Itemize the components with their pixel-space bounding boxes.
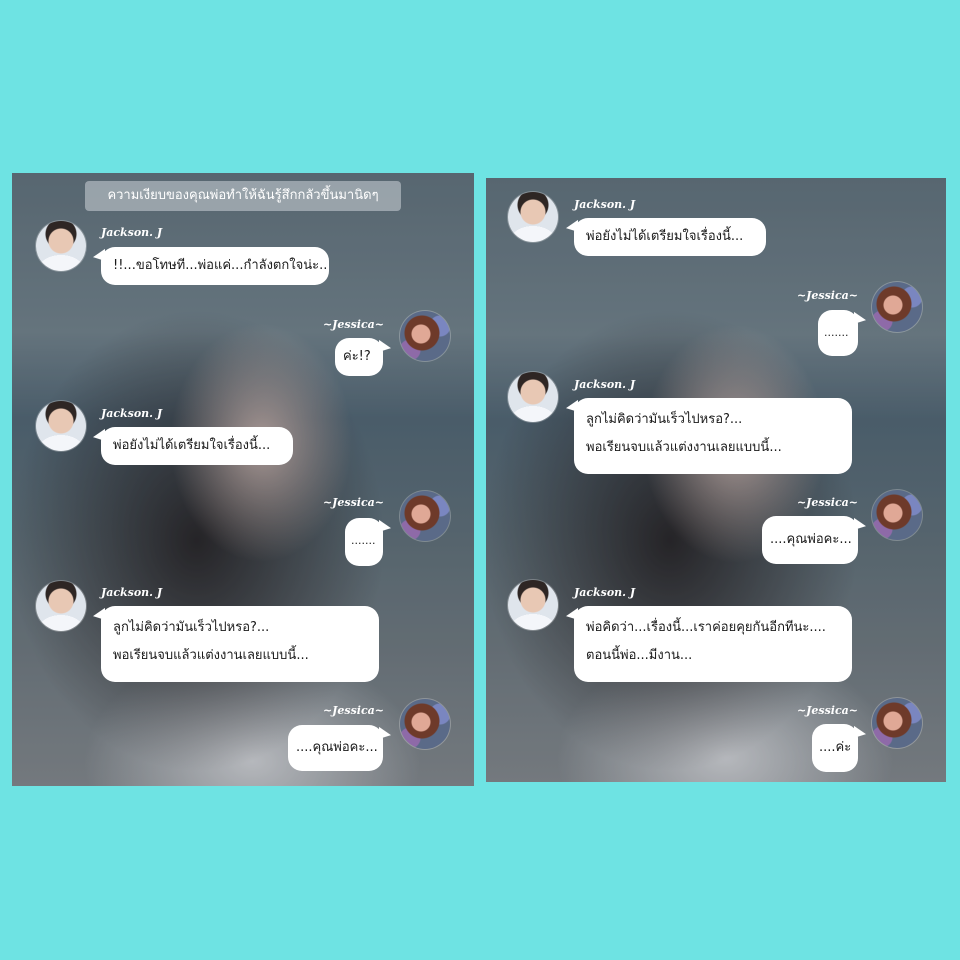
message-bubble: พ่อคิดว่า...เรื่องนี้...เราค่อยคุยกันอีก… bbox=[574, 606, 852, 682]
jackson-avatar[interactable] bbox=[36, 221, 86, 271]
jessica-avatar[interactable] bbox=[400, 311, 450, 361]
message-bubble: ลูกไม่คิดว่ามันเร็วไปหรอ?... พอเรียนจบแล… bbox=[101, 606, 379, 682]
jessica-avatar[interactable] bbox=[872, 698, 922, 748]
message-text: ตอนนี้พ่อ...มีงาน... bbox=[586, 648, 693, 663]
sender-name: Jackson. J bbox=[101, 407, 163, 420]
jessica-avatar[interactable] bbox=[400, 699, 450, 749]
sender-name: ~Jessica~ bbox=[322, 318, 384, 331]
message-text: ....คุณพ่อคะ... bbox=[296, 740, 378, 755]
message-text: ลูกไม่คิดว่ามันเร็วไปหรอ?... bbox=[113, 620, 270, 635]
sender-name: ~Jessica~ bbox=[796, 496, 858, 509]
message-text: ....... bbox=[351, 534, 376, 547]
sender-name: Jackson. J bbox=[574, 378, 636, 391]
sender-name: ~Jessica~ bbox=[796, 704, 858, 717]
message-text: !!...ขอโทษที...พ่อแค่...กำลังตกใจน่ะ.. bbox=[113, 258, 328, 273]
message-bubble: ....คุณพ่อคะ... bbox=[288, 725, 383, 771]
sender-name: Jackson. J bbox=[574, 586, 636, 599]
message-text: พ่อยังไม่ได้เตรียมใจเรื่องนี้... bbox=[113, 438, 271, 453]
sender-name: ~Jessica~ bbox=[322, 704, 384, 717]
jackson-avatar[interactable] bbox=[508, 580, 558, 630]
message-bubble: ลูกไม่คิดว่ามันเร็วไปหรอ?... พอเรียนจบแล… bbox=[574, 398, 852, 474]
jessica-avatar[interactable] bbox=[872, 282, 922, 332]
jessica-avatar[interactable] bbox=[872, 490, 922, 540]
message-bubble: ....คุณพ่อคะ... bbox=[762, 516, 858, 564]
message-bubble: !!...ขอโทษที...พ่อแค่...กำลังตกใจน่ะ.. bbox=[101, 247, 329, 285]
sender-name: ~Jessica~ bbox=[796, 289, 858, 302]
message-text: ....... bbox=[824, 326, 849, 339]
message-text: ค่ะ!? bbox=[343, 349, 371, 364]
message-text: ....คุณพ่อคะ... bbox=[770, 532, 852, 547]
jessica-avatar[interactable] bbox=[400, 491, 450, 541]
jackson-avatar[interactable] bbox=[508, 192, 558, 242]
message-text: พอเรียนจบแล้วแต่งงานเลยแบบนี้... bbox=[113, 648, 309, 663]
jackson-avatar[interactable] bbox=[508, 372, 558, 422]
message-bubble: ค่ะ!? bbox=[335, 338, 383, 376]
message-text: พ่อคิดว่า...เรื่องนี้...เราค่อยคุยกันอีก… bbox=[586, 620, 826, 635]
message-text: ลูกไม่คิดว่ามันเร็วไปหรอ?... bbox=[586, 412, 743, 427]
chat-panel-left: ความเงียบของคุณพ่อทำให้ฉันรู้สึกกลัวขึ้น… bbox=[12, 173, 474, 786]
sender-name: Jackson. J bbox=[101, 226, 163, 239]
message-bubble: ....... bbox=[345, 518, 383, 566]
narration-caption: ความเงียบของคุณพ่อทำให้ฉันรู้สึกกลัวขึ้น… bbox=[85, 181, 401, 211]
message-text: พ่อยังไม่ได้เตรียมใจเรื่องนี้... bbox=[586, 229, 744, 244]
jackson-avatar[interactable] bbox=[36, 581, 86, 631]
sender-name: Jackson. J bbox=[574, 198, 636, 211]
sender-name: Jackson. J bbox=[101, 586, 163, 599]
jackson-avatar[interactable] bbox=[36, 401, 86, 451]
chat-panel-right: Jackson. J พ่อยังไม่ได้เตรียมใจเรื่องนี้… bbox=[486, 178, 946, 782]
message-bubble: ....... bbox=[818, 310, 858, 356]
message-bubble: พ่อยังไม่ได้เตรียมใจเรื่องนี้... bbox=[574, 218, 766, 256]
message-bubble: พ่อยังไม่ได้เตรียมใจเรื่องนี้... bbox=[101, 427, 293, 465]
message-bubble: ....ค่ะ bbox=[812, 724, 858, 772]
message-text: ....ค่ะ bbox=[819, 740, 852, 755]
sender-name: ~Jessica~ bbox=[322, 496, 384, 509]
message-text: พอเรียนจบแล้วแต่งงานเลยแบบนี้... bbox=[586, 440, 782, 455]
